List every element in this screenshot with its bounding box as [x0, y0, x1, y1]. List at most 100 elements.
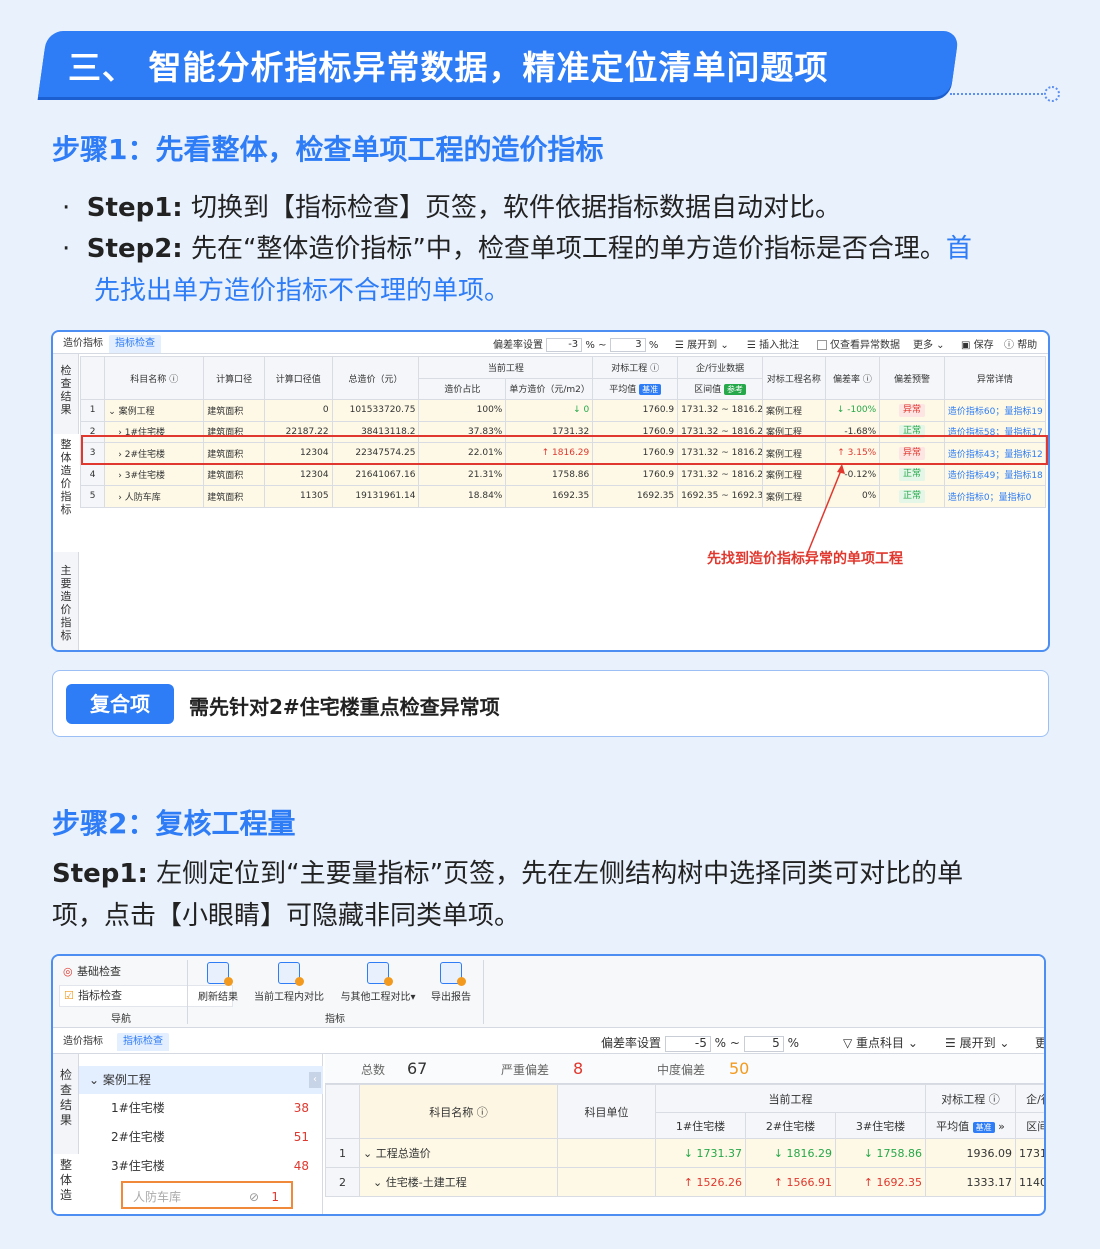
side-tab-main-cost[interactable]: 主要造价指标 — [53, 564, 79, 642]
arrow-down-icon: ↓ — [573, 405, 584, 416]
table-row[interactable]: 2 ⌄ 住宅楼-土建工程 ↑ 1526.26 ↑ 1566.91 ↑ 1692.35 13… — [325, 1167, 1044, 1197]
refresh-button[interactable]: 刷新结果 — [195, 962, 241, 1003]
tree-node-building-2[interactable]: 2#住宅楼 51 — [79, 1123, 323, 1151]
expand-button[interactable]: ☰ 展开到 ⌄ — [675, 336, 729, 351]
more-button[interactable]: 更多 ⌄ — [913, 336, 945, 351]
compare-other-button[interactable]: 与其他工程对比▾ — [335, 962, 421, 1003]
tree-node-building-3[interactable]: 3#住宅楼 48 — [79, 1152, 323, 1180]
chevron-down-icon: ▾ — [410, 992, 416, 1003]
row-number: 4 — [79, 463, 106, 486]
subject-name[interactable]: ⌄ 案例工程 — [104, 399, 205, 422]
detail-link[interactable]: 造价指标49；量指标18 — [943, 463, 1047, 486]
table-row[interactable]: 1 ⌄ 案例工程 建筑面积 0 101533720.75 100% ↓ 0 1760.9 173… — [79, 399, 1047, 422]
bullet-label: Step1: — [86, 193, 183, 223]
row-number: 1 — [325, 1138, 360, 1168]
row-number: 2 — [325, 1167, 360, 1197]
tab-indicator-check[interactable]: 指标检查 — [109, 335, 161, 353]
step1-bullet-1: · Step1: 切换到【指标检查】页签，软件依据指标数据自动对比。 — [62, 187, 841, 229]
chevron-down-icon: ⌄ — [995, 1036, 1010, 1050]
calc-value: 12304 — [263, 463, 333, 486]
table-row[interactable]: 5 › 人防车库 建筑面积 11305 19131961.14 18.84% 1692.35… — [79, 485, 1047, 508]
detail-link[interactable]: 造价指标60；量指标19 — [943, 399, 1047, 422]
tab-cost-index[interactable]: 造价指标 — [57, 1033, 109, 1051]
header-avg: 平均值 基准 » — [925, 1112, 1016, 1139]
eye-hidden-icon[interactable]: ⊘ — [249, 1183, 259, 1211]
value-cell: ↓ 1731.37 — [655, 1138, 746, 1168]
side-tab-overall-cost[interactable]: 整体造价指标 — [53, 434, 79, 552]
key-subject-button[interactable]: ▽ 重点科目 ⌄ — [843, 1034, 918, 1051]
unit-cost: ↓ 0 — [505, 399, 594, 422]
note-icon: ☰ — [747, 340, 760, 351]
header-interval: 区间值 参考 — [1015, 1112, 1044, 1139]
checkbox-icon — [817, 340, 827, 350]
header-dev-rate: 偏差率 ⓘ — [824, 356, 881, 400]
side-tab-check-result[interactable]: 检查结果 — [53, 364, 79, 416]
arrow-down-icon: ↓ — [683, 1146, 697, 1160]
total-count: 67 — [407, 1059, 428, 1078]
header-detail: 异常详情 — [943, 356, 1047, 400]
collapse-icon[interactable]: ‹ — [309, 1072, 321, 1088]
checklist-icon: ☑ — [64, 989, 74, 1002]
benchmark-avg: 1333.17 — [925, 1167, 1016, 1197]
note-box: 复合项 需先针对2#住宅楼重点检查异常项 — [52, 670, 1049, 737]
step2-paragraph-line2: 项，点击【小眼睛】可隐藏非同类单项。 — [52, 901, 521, 931]
arrow-down-icon: ↓ — [773, 1146, 787, 1160]
chevron-down-icon: ⌄ — [717, 340, 729, 351]
deviation-label: 偏差率设置 — [493, 340, 543, 351]
table-row[interactable]: 1 ⌄ 工程总造价 ↓ 1731.37 ↓ 1816.29 ↓ 1758.86 1936.… — [325, 1138, 1044, 1168]
expand-button[interactable]: ☰ 展开到 ⌄ — [945, 1034, 1009, 1051]
side-tab-overall-cost[interactable]: 整体造 — [53, 1154, 79, 1214]
export-report-button[interactable]: 导出报告 — [427, 962, 475, 1003]
compare-current-button[interactable]: 当前工程内对比 — [249, 962, 329, 1003]
deviation-min-input[interactable]: -3 — [546, 338, 583, 352]
reference-tag: 参考 — [724, 384, 747, 396]
tree-node-building-1[interactable]: 1#住宅楼 38 — [79, 1094, 323, 1122]
step1-bullet-2: · Step2: 先在“整体造价指标”中，检查单项工程的单方造价指标是否合理。首 — [62, 228, 1052, 270]
subject-name[interactable]: ⌄ 住宅楼-土建工程 — [359, 1167, 558, 1197]
tab-indicator-check[interactable]: 指标检查 — [117, 1033, 169, 1051]
only-abnormal-checkbox[interactable]: 仅查看异常数据 — [817, 336, 900, 351]
subject-name[interactable]: › 人防车库 — [104, 485, 205, 508]
overall-index-table: 科目名称 ⓘ 计算口径 计算口径值 总造价（元） 当前工程 对标工程 ⓘ 企/行… — [79, 356, 1047, 508]
tab-cost-index[interactable]: 造价指标 — [57, 335, 109, 353]
side-tabs: 检查结果 整体造价指标 主要造价指标 主 — [53, 354, 79, 650]
header-avg: 平均值 基准 — [592, 377, 679, 400]
subject-name[interactable]: › 3#住宅楼 — [104, 463, 205, 486]
deviation-max-input[interactable]: 3 — [609, 338, 646, 352]
filter-icon: ▽ — [843, 1036, 857, 1050]
compare-vs-icon — [278, 962, 304, 986]
baseline-tag: 基准 — [639, 384, 662, 396]
calc-basis: 建筑面积 — [203, 485, 265, 508]
status-badge: 异常 — [899, 403, 926, 417]
chevron-down-icon: ⌄ — [904, 1036, 918, 1050]
shield-icon: ◎ — [63, 965, 73, 978]
tree-node-garage[interactable]: 人防车库 ⊘ 1 — [121, 1181, 293, 1209]
warning-cell: 异常 — [879, 399, 945, 422]
header-unit-cost: 单方造价（元/m2） — [505, 377, 594, 400]
calc-basis: 建筑面积 — [203, 463, 265, 486]
total-cost: 21641067.16 — [331, 463, 420, 486]
value-cell: ↑ 1692.35 — [835, 1167, 926, 1197]
interval-value: 1731.32 ~ 1816.29 — [677, 463, 764, 486]
help-button[interactable]: ⓘ 帮助 — [1004, 336, 1037, 351]
double-chevron-icon: » — [998, 1119, 1005, 1133]
chevron-right-icon: › — [118, 492, 125, 503]
table-row[interactable]: 4 › 3#住宅楼 建筑面积 12304 21641067.16 21.31% 1758.8… — [79, 463, 1047, 486]
interval-value: 1731.32 ~ 23... — [1015, 1138, 1044, 1168]
side-tab-check-result[interactable]: 检查结果 — [53, 1068, 79, 1128]
deviation-min-input[interactable]: -5 — [664, 1035, 711, 1052]
tree-node-project[interactable]: ⌄ 案例工程 ‹ — [79, 1066, 323, 1094]
subject-name[interactable]: ⌄ 工程总造价 — [359, 1138, 558, 1168]
interval-value: 1731.32 ~ 1816.29 — [677, 399, 764, 422]
severe-count: 8 — [573, 1059, 584, 1078]
save-button[interactable]: ▣ 保存 — [961, 336, 994, 351]
help-icon: ⓘ — [169, 374, 179, 385]
deviation-max-input[interactable]: 5 — [743, 1035, 784, 1052]
value-cell: ↓ 1816.29 — [745, 1138, 836, 1168]
more-button[interactable]: 更 — [1035, 1034, 1044, 1051]
insert-note-button[interactable]: ☰ 插入批注 — [747, 336, 799, 351]
header-industry: 企/行业数据 — [1015, 1084, 1044, 1113]
ribbon-separator — [187, 960, 188, 1024]
header-current: 当前工程 — [655, 1084, 926, 1113]
detail-link[interactable]: 造价指标0；量指标0 — [943, 485, 1047, 508]
